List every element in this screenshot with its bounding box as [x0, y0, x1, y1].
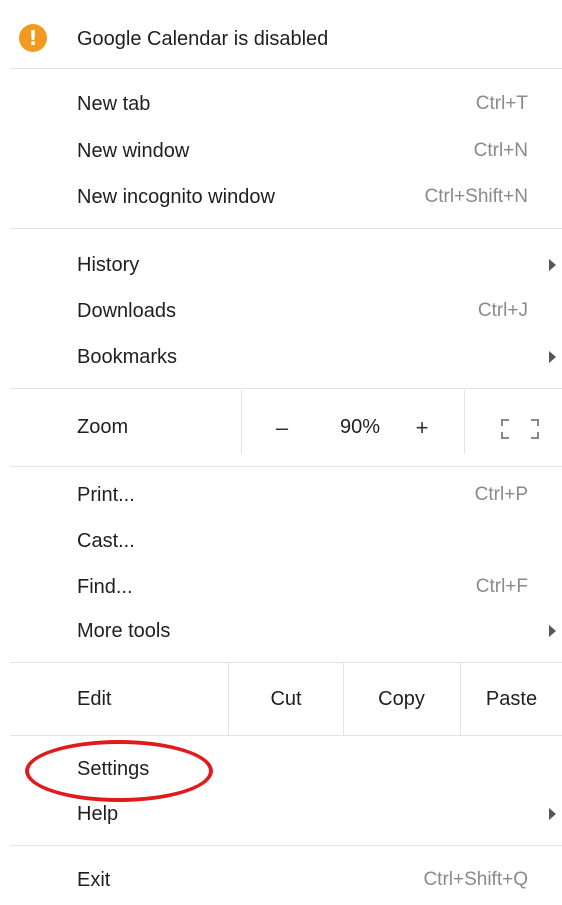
menu-item-shortcut: Ctrl+J	[477, 300, 528, 321]
fullscreen-icon[interactable]	[500, 418, 540, 440]
menu-item-new-incognito-window[interactable]: New incognito window Ctrl+Shift+N	[0, 174, 562, 220]
menu-item-label: More tools	[77, 619, 171, 642]
menu-item-history[interactable]: History	[0, 242, 562, 288]
submenu-arrow-icon	[549, 351, 556, 363]
submenu-arrow-icon	[549, 259, 556, 271]
divider	[464, 390, 465, 454]
separator	[10, 662, 562, 663]
highlight-circle	[25, 740, 213, 802]
menu-item-shortcut: Ctrl+Shift+N	[424, 186, 528, 207]
menu-item-label: New window	[77, 139, 190, 162]
menu-item-label: New tab	[77, 92, 151, 115]
menu-item-shortcut: Ctrl+N	[473, 140, 528, 161]
separator	[10, 735, 562, 736]
menu-item-shortcut: Ctrl+P	[474, 484, 528, 505]
divider	[228, 662, 229, 736]
menu-item-bookmarks[interactable]: Bookmarks	[0, 334, 562, 380]
extension-warning-item[interactable]: ! Google Calendar is disabled	[0, 14, 562, 64]
chrome-main-menu: ! Google Calendar is disabled New tab Ct…	[0, 0, 562, 905]
menu-item-exit[interactable]: Exit Ctrl+Shift+Q	[0, 857, 562, 903]
menu-item-cast[interactable]: Cast...	[0, 518, 562, 564]
menu-item-label: Help	[77, 802, 119, 825]
menu-item-shortcut: Ctrl+Shift+Q	[423, 869, 528, 890]
edit-label: Edit	[77, 687, 112, 710]
submenu-arrow-icon	[549, 808, 556, 820]
zoom-label: Zoom	[77, 416, 129, 438]
menu-item-label: Cast...	[77, 529, 135, 552]
separator	[10, 228, 562, 229]
menu-item-label: Find...	[77, 575, 133, 598]
menu-item-new-window[interactable]: New window Ctrl+N	[0, 128, 562, 174]
menu-item-label: Downloads	[77, 299, 176, 322]
menu-item-label: Bookmarks	[77, 345, 178, 368]
separator	[10, 845, 562, 846]
menu-item-more-tools[interactable]: More tools	[0, 608, 562, 654]
divider	[241, 390, 242, 454]
menu-item-label: History	[77, 253, 140, 276]
menu-item-label: Print...	[77, 483, 135, 506]
cut-button[interactable]: Cut	[230, 688, 342, 711]
copy-button[interactable]: Copy	[344, 688, 459, 711]
paste-button[interactable]: Paste	[461, 688, 562, 711]
separator	[10, 388, 562, 389]
menu-item-find[interactable]: Find... Ctrl+F	[0, 564, 562, 610]
menu-item-label: New incognito window	[77, 185, 275, 208]
menu-item-shortcut: Ctrl+F	[475, 576, 528, 597]
menu-item-downloads[interactable]: Downloads Ctrl+J	[0, 288, 562, 334]
zoom-out-button[interactable]: –	[262, 415, 302, 441]
menu-item-shortcut: Ctrl+T	[475, 93, 528, 114]
zoom-row: Zoom – 90% +	[0, 390, 562, 455]
separator	[10, 466, 562, 467]
zoom-level: 90%	[340, 416, 381, 438]
submenu-arrow-icon	[549, 625, 556, 637]
menu-item-print[interactable]: Print... Ctrl+P	[0, 472, 562, 518]
edit-row: Edit Cut Copy Paste	[0, 662, 562, 736]
warning-label: Google Calendar is disabled	[77, 27, 329, 50]
separator	[10, 68, 562, 69]
warning-icon: !	[19, 24, 47, 52]
menu-item-new-tab[interactable]: New tab Ctrl+T	[0, 81, 562, 127]
zoom-in-button[interactable]: +	[402, 415, 442, 441]
menu-item-label: Exit	[77, 868, 111, 891]
